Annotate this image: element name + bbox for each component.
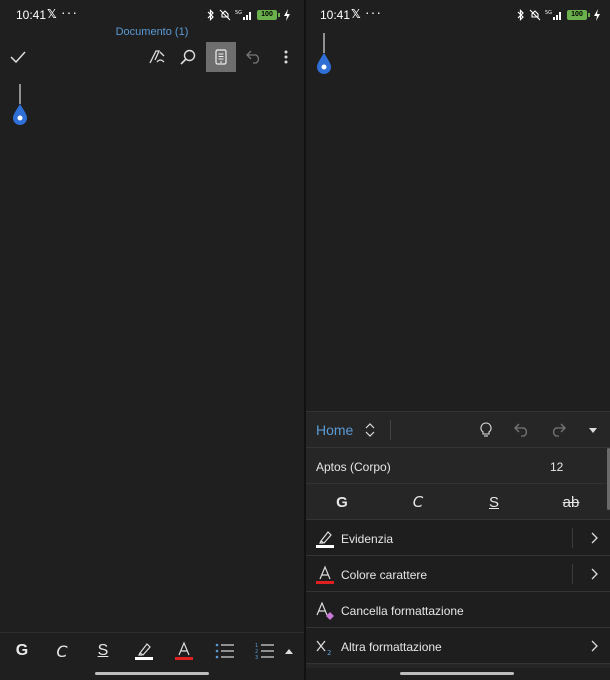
format-buttons-row: G C S ab: [306, 484, 610, 520]
gesture-bar: [95, 672, 209, 675]
battery-level: 100: [567, 10, 587, 20]
battery-level: 100: [257, 10, 277, 20]
bluetooth-icon: [207, 9, 214, 21]
chevron-right-icon[interactable]: [588, 530, 600, 546]
document-canvas[interactable]: [306, 30, 610, 411]
signal-5g-icon: 5G: [545, 10, 561, 20]
up-down-chevron-icon[interactable]: [365, 422, 375, 438]
highlight-option[interactable]: Evidenzia: [306, 520, 610, 556]
highlight-button[interactable]: [126, 633, 162, 669]
underline-button[interactable]: S: [85, 633, 121, 669]
ribbon-header: Home: [306, 412, 610, 448]
svg-text:5G: 5G: [235, 10, 242, 16]
svg-text:3: 3: [255, 655, 258, 660]
divider: [572, 564, 573, 584]
more-formatting-option[interactable]: 2 Altra formattazione: [306, 628, 610, 664]
ribbon-panel: Home Aptos (Corpo) 12 G C S ab Evidenzia…: [306, 411, 610, 668]
font-color-icon: [316, 565, 334, 584]
draw-button[interactable]: [142, 42, 172, 72]
bold-button[interactable]: G: [4, 633, 40, 669]
status-icons: 5G 100: [517, 8, 600, 22]
document-title[interactable]: Documento (1): [0, 26, 304, 38]
lightbulb-icon: [480, 422, 492, 437]
bullet-list-button[interactable]: [207, 633, 243, 669]
signal-5g-icon: 5G: [235, 10, 251, 20]
svg-text:2: 2: [327, 649, 331, 657]
x-app-icon: 𝕏: [351, 7, 361, 21]
checkmark-icon: [10, 51, 26, 63]
undo-button[interactable]: [239, 42, 269, 72]
status-bar: 10:41 𝕏 ··· 5G 100: [306, 0, 610, 30]
more-notifications-icon: ···: [61, 4, 78, 20]
italic-button[interactable]: C: [44, 633, 80, 669]
editing-toolbar: [0, 42, 304, 74]
vertical-dots-icon: [284, 50, 288, 64]
done-button[interactable]: [3, 42, 33, 72]
font-color-option[interactable]: Colore carattere: [306, 556, 610, 592]
status-time: 10:41: [16, 8, 47, 22]
caret-up-icon: [285, 648, 293, 654]
gesture-bar: [400, 672, 514, 675]
more-notifications-icon: ···: [365, 4, 382, 20]
text-cursor-handle-icon[interactable]: [315, 33, 333, 75]
more-options-button[interactable]: [271, 42, 301, 72]
mute-icon: [219, 9, 231, 21]
battery-icon: 100: [567, 10, 590, 20]
bullet-list-icon: [215, 643, 234, 659]
font-color-button[interactable]: [166, 633, 202, 669]
charging-icon: [284, 9, 290, 21]
battery-icon: 100: [257, 10, 280, 20]
undo-icon: [246, 50, 260, 64]
bold-button[interactable]: G: [324, 484, 360, 520]
right-screen: 10:41 𝕏 ··· 5G 100 Home Aptos (Corpo) 12…: [306, 0, 610, 680]
highlighter-icon: [135, 643, 153, 660]
strikethrough-button[interactable]: ab: [553, 484, 589, 520]
collapse-ribbon-button[interactable]: [583, 420, 603, 440]
left-screen: 10:41 𝕏 ··· 5G 100 Documento (1) G C S 1…: [0, 0, 304, 680]
font-name-dropdown[interactable]: Aptos (Corpo): [316, 460, 391, 474]
undo-button[interactable]: [512, 420, 532, 440]
x-app-icon: 𝕏: [47, 7, 57, 21]
ideas-button[interactable]: [476, 420, 496, 440]
expand-ribbon-button[interactable]: [277, 633, 301, 669]
option-label: Altra formattazione: [341, 640, 442, 654]
font-color-icon: [175, 641, 193, 660]
font-selector-row: Aptos (Corpo) 12: [306, 448, 610, 484]
redo-button[interactable]: [548, 420, 568, 440]
subscript-icon: 2: [316, 640, 331, 657]
caret-down-icon: [589, 427, 597, 433]
status-icons: 5G 100: [207, 8, 290, 22]
mobile-view-icon: [215, 49, 227, 65]
redo-icon: [552, 423, 566, 437]
charging-icon: [594, 9, 600, 21]
undo-icon: [514, 423, 528, 437]
clear-formatting-option[interactable]: Cancella formattazione: [306, 592, 610, 628]
status-time: 10:41: [320, 8, 351, 22]
divider: [390, 420, 391, 440]
chevron-right-icon[interactable]: [588, 566, 600, 582]
font-size-dropdown[interactable]: 12: [550, 460, 563, 474]
ribbon-tab-selector[interactable]: Home: [316, 422, 353, 438]
bluetooth-icon: [517, 9, 524, 21]
option-label: Cancella formattazione: [341, 604, 464, 618]
numbered-list-icon: 123: [255, 643, 274, 660]
mute-icon: [529, 9, 541, 21]
text-cursor-handle-icon[interactable]: [11, 84, 29, 126]
option-label: Evidenzia: [341, 532, 394, 546]
pen-draw-icon: [149, 50, 165, 64]
chevron-right-icon[interactable]: [588, 638, 600, 654]
option-label: Colore carattere: [341, 568, 428, 582]
italic-button[interactable]: C: [400, 484, 436, 520]
mobile-view-button[interactable]: [206, 42, 236, 72]
divider: [572, 528, 573, 548]
quick-format-bar: G C S 123: [0, 632, 304, 668]
search-button[interactable]: [173, 42, 203, 72]
clear-formatting-icon: [316, 601, 334, 620]
highlighter-icon: [316, 531, 334, 548]
underline-button[interactable]: S: [476, 484, 512, 520]
search-icon: [180, 49, 196, 65]
document-canvas[interactable]: [0, 76, 304, 632]
svg-text:5G: 5G: [545, 10, 552, 16]
